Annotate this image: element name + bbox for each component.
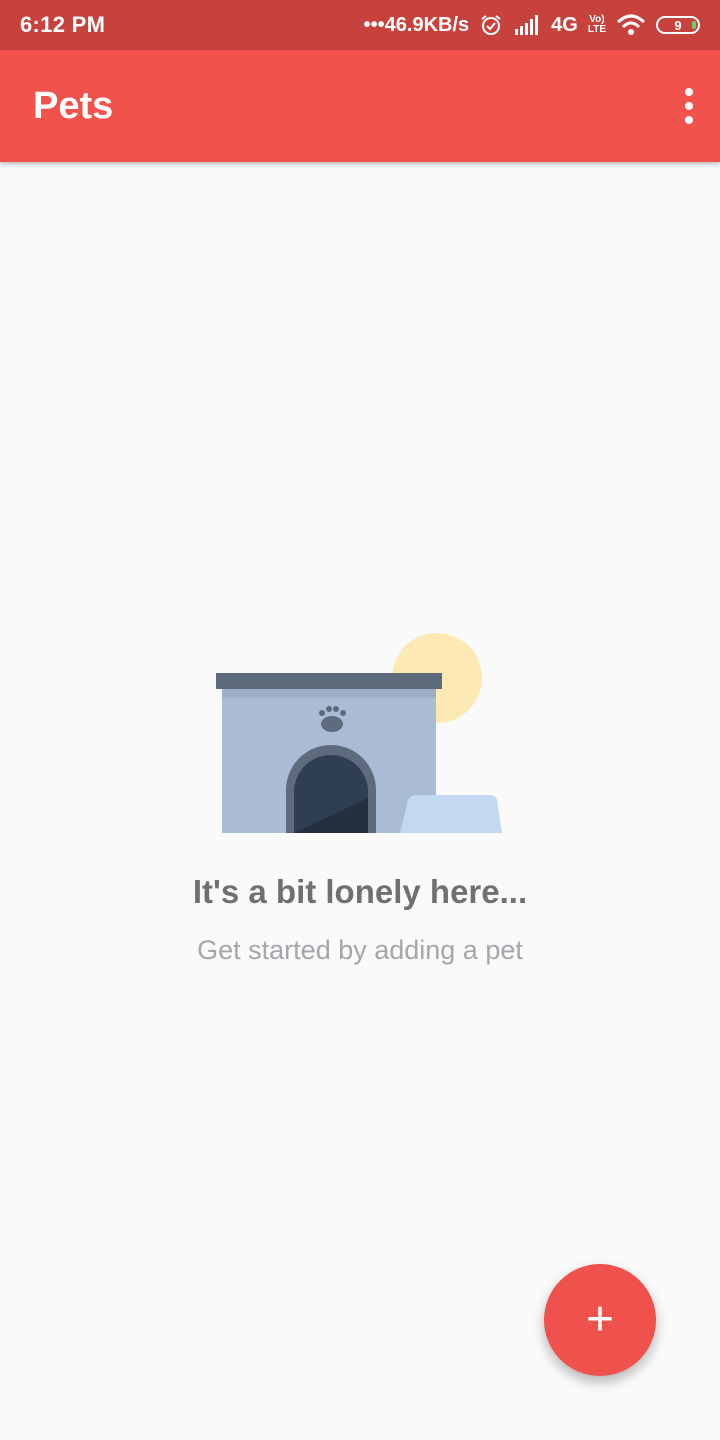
battery-icon: 9 bbox=[656, 16, 700, 34]
app-bar: Pets bbox=[0, 50, 720, 162]
add-icon: + bbox=[585, 1293, 615, 1346]
empty-state-subtitle: Get started by adding a pet bbox=[197, 935, 523, 965]
network-speed: •••46.9KB/s bbox=[363, 13, 470, 36]
app-title: Pets bbox=[33, 84, 114, 127]
network-type: 4G bbox=[551, 13, 578, 36]
status-time: 6:12 PM bbox=[20, 12, 106, 37]
add-pet-button[interactable]: + bbox=[544, 1264, 656, 1376]
alarm-icon bbox=[479, 13, 503, 37]
status-icons: •••46.9KB/s 4G Vo) LTE 9 bbox=[364, 13, 700, 37]
more-vert-icon[interactable] bbox=[669, 76, 709, 136]
pet-house-illustration bbox=[216, 633, 502, 833]
empty-state: It's a bit lonely here... Get started by… bbox=[0, 630, 720, 966]
empty-state-title: It's a bit lonely here... bbox=[192, 873, 528, 910]
wifi-icon bbox=[616, 14, 646, 36]
status-bar: 6:12 PM •••46.9KB/s 4G Vo) LTE 9 bbox=[0, 0, 720, 50]
volte-icon: Vo) LTE bbox=[587, 14, 606, 35]
signal-icon bbox=[513, 15, 541, 35]
